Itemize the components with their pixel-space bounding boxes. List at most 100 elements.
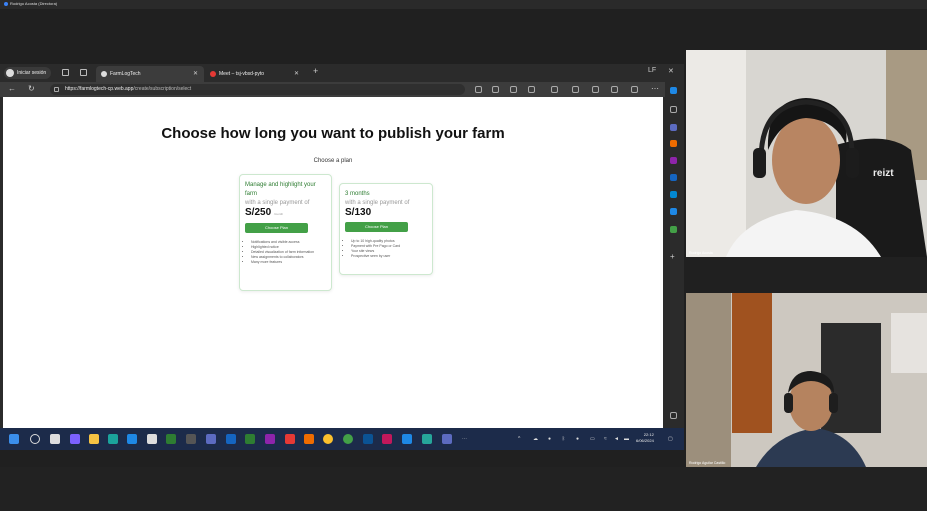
extensions-icon[interactable]	[592, 86, 599, 93]
plan-price: S/250 /month	[245, 207, 284, 218]
task-view-icon[interactable]	[50, 434, 60, 444]
signin-button[interactable]: Iniciar sesión	[4, 67, 52, 79]
call-title: Rodrigo Acosta (Directora)	[10, 1, 58, 6]
search-icon[interactable]	[670, 106, 677, 113]
copilot-icon[interactable]	[670, 87, 677, 94]
office-icon[interactable]	[670, 174, 677, 181]
volume-icon[interactable]: ◄	[614, 436, 619, 442]
participant-video-1[interactable]: reizt Rodrigo Acosta	[686, 50, 927, 257]
notifications-icon[interactable]: ▢	[668, 436, 673, 442]
app-icon[interactable]	[442, 434, 452, 444]
profile-avatar-icon	[6, 69, 14, 77]
terminal-icon[interactable]	[363, 434, 373, 444]
spotify-icon[interactable]	[343, 434, 353, 444]
url-input[interactable]: https://farmlogtech-cp.web.app/create/su…	[50, 84, 465, 95]
drop-icon[interactable]	[670, 208, 677, 215]
split-screen-icon[interactable]	[551, 86, 558, 93]
translate-icon[interactable]	[510, 86, 517, 93]
edge-icon[interactable]	[127, 434, 137, 444]
new-tab-icon[interactable]: +	[313, 66, 318, 76]
list-item: Prospective seen by user	[351, 254, 427, 259]
search-icon[interactable]	[30, 434, 40, 444]
app-tray-icon[interactable]: ●	[548, 436, 551, 442]
word-icon[interactable]	[226, 434, 236, 444]
add-sidebar-app-icon[interactable]: +	[670, 252, 677, 261]
display-icon[interactable]: ▭	[590, 436, 595, 442]
vscode-icon[interactable]	[402, 434, 412, 444]
chrome-icon[interactable]	[323, 434, 333, 444]
app-icon[interactable]	[382, 434, 392, 444]
mic-icon[interactable]: ●	[576, 436, 579, 442]
collections-icon[interactable]	[611, 86, 618, 93]
video-call-window: Rodrigo Acosta (Directora) Iniciar sesió…	[0, 0, 927, 511]
lock-icon	[54, 87, 59, 92]
profile-icon[interactable]	[631, 86, 638, 93]
more-apps-icon[interactable]: ⋯	[462, 436, 467, 442]
taskbar-clock[interactable]: 22:12 6/06/2024	[636, 432, 654, 444]
netflix-icon[interactable]	[285, 434, 295, 444]
close-tab-icon[interactable]: ✕	[193, 66, 198, 82]
call-controls-area	[0, 467, 927, 511]
file-explorer-icon[interactable]	[89, 434, 99, 444]
plan-heading: Manage and highlight your farm	[245, 182, 316, 197]
vs-icon[interactable]	[206, 434, 216, 444]
tray-expand-icon[interactable]: ^	[518, 436, 520, 442]
favorites-icon[interactable]	[572, 86, 579, 93]
excel-icon[interactable]	[245, 434, 255, 444]
games-icon[interactable]	[670, 157, 677, 164]
edge-dev-icon[interactable]	[108, 434, 118, 444]
location-icon[interactable]	[670, 226, 677, 233]
choose-plan-button[interactable]: Choose Plan	[245, 223, 308, 233]
list-item: Many more features	[251, 260, 326, 265]
address-bar-row: ← ↻ https://farmlogtech-cp.web.app/creat…	[0, 82, 684, 97]
favorite-star-icon[interactable]	[528, 86, 535, 93]
tools-icon[interactable]	[670, 124, 677, 131]
meet-favicon-icon	[210, 71, 216, 77]
start-icon[interactable]	[9, 434, 19, 444]
wifi-icon[interactable]: ≈	[604, 436, 607, 442]
outlook-icon[interactable]	[670, 191, 677, 198]
window-control-label[interactable]: LF	[648, 67, 656, 74]
plan-subtext: with a single payment of	[345, 200, 410, 206]
weather-icon[interactable]: ☁	[533, 436, 538, 442]
xbox-icon[interactable]	[166, 434, 176, 444]
text-size-icon[interactable]	[492, 86, 499, 93]
shirt-text: reizt	[873, 168, 894, 179]
widgets-icon[interactable]	[70, 434, 80, 444]
plan-subtext: with a single payment of	[245, 200, 310, 206]
battery-icon[interactable]: ▬	[624, 436, 629, 442]
browser-tab-bar: Iniciar sesión FarmLogTech ✕ Meet – tsj-…	[0, 64, 684, 82]
plan-price: S/130	[345, 207, 372, 218]
bluetooth-icon[interactable]: ᛒ	[562, 436, 565, 442]
meeting-icon	[4, 2, 8, 6]
tab-actions-icon[interactable]	[80, 69, 87, 76]
favicon-icon	[101, 71, 107, 77]
read-aloud-icon[interactable]	[475, 86, 482, 93]
refresh-icon[interactable]: ↻	[28, 84, 35, 93]
workspaces-icon[interactable]	[62, 69, 69, 76]
app-icon[interactable]	[422, 434, 432, 444]
settings-icon[interactable]	[670, 412, 677, 419]
tab-meet[interactable]: Meet – tsj-vbsd-pyto ✕	[205, 66, 305, 82]
window-close-icon[interactable]: ✕	[668, 67, 674, 75]
app-icon[interactable]	[304, 434, 314, 444]
steam-icon[interactable]	[186, 434, 196, 444]
clock-date: 6/06/2024	[636, 438, 654, 443]
participant-video-2[interactable]: Rodrigo Aguilar Castillo	[686, 293, 927, 467]
participant-name: Rodrigo Acosta	[689, 251, 713, 255]
plan-card-highlight: Manage and highlight your farm with a si…	[239, 174, 332, 291]
tab-farmlogtech[interactable]: FarmLogTech ✕	[96, 66, 204, 82]
back-icon[interactable]: ←	[8, 84, 16, 93]
tab-label: Meet – tsj-vbsd-pyto	[219, 71, 265, 77]
choose-plan-button[interactable]: Choose Plan	[345, 222, 408, 232]
close-tab-icon[interactable]: ✕	[294, 66, 299, 82]
plan-features-list: Notifications and visible access Highlig…	[245, 240, 326, 265]
store-icon[interactable]	[147, 434, 157, 444]
more-menu-icon[interactable]: ⋯	[651, 84, 659, 93]
edge-sidebar: +	[665, 82, 684, 428]
url-text: https://farmlogtech-cp.web.app/create/su…	[65, 86, 192, 92]
participant-name: Rodrigo Aguilar Castillo	[689, 461, 726, 465]
messenger-icon[interactable]	[265, 434, 275, 444]
web-page: Choose how long you want to publish your…	[3, 97, 663, 428]
shopping-icon[interactable]	[670, 140, 677, 147]
